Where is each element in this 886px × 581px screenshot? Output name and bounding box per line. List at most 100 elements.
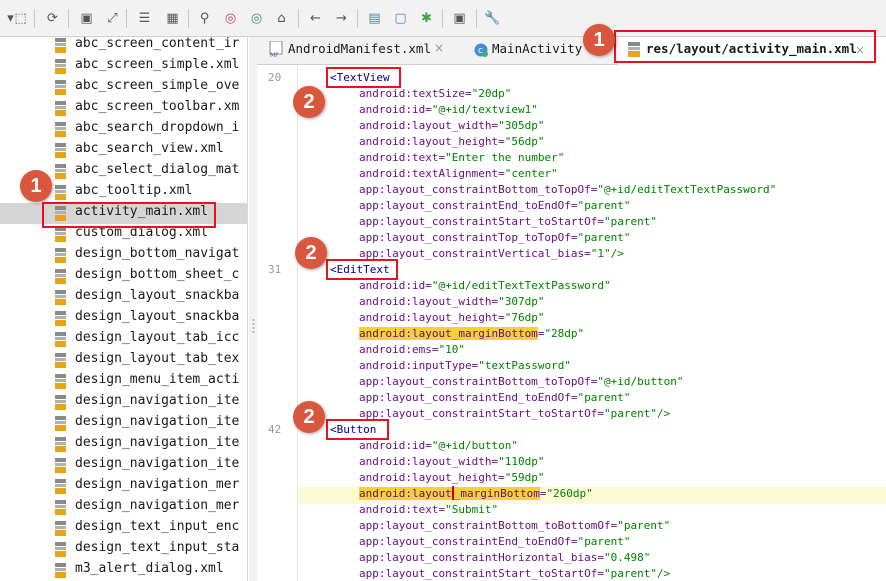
code-attribute-line: app:layout_constraintEnd_toEndOf="parent… <box>359 390 631 406</box>
tree-file-item[interactable]: design_layout_snackba <box>0 287 247 308</box>
xml-attribute-name: app:layout_constraintEnd_toEndOf <box>359 391 571 404</box>
project-tree: abc_screen_content_ir abc_screen_simple.x… <box>0 37 248 581</box>
tree-file-name: design_bottom_sheet_c <box>75 267 240 282</box>
tree-file-name: design_navigation_ite <box>75 414 240 429</box>
settings-wrench-icon[interactable]: 🔧 <box>484 10 501 27</box>
terminal-icon[interactable]: ▣ <box>451 10 468 27</box>
equals-sign: = <box>570 231 578 244</box>
annotation-box-edittext-tag <box>326 259 398 280</box>
splitter-grip-icon[interactable] <box>252 318 255 336</box>
tree-file-item[interactable]: design_text_input_sta <box>0 539 247 560</box>
code-attribute-line: app:layout_constraintStart_toStartOf="pa… <box>359 406 670 422</box>
tab-android-manifest[interactable]: MF AndroidManifest.xml × <box>257 37 447 65</box>
home-icon[interactable]: ⌂ <box>273 10 290 27</box>
tree-file-item[interactable]: abc_screen_simple.xml <box>0 56 247 77</box>
tree-file-item[interactable]: design_layout_tab_tex <box>0 350 247 371</box>
add-module-icon[interactable]: ⬚ <box>12 10 29 27</box>
tree-file-name: design_navigation_ite <box>75 393 240 408</box>
tree-file-item[interactable]: abc_search_view.xml <box>0 140 247 161</box>
xml-attribute-value: "307dp" <box>498 295 545 308</box>
tree-file-item[interactable]: design_bottom_navigat <box>0 245 247 266</box>
code-attribute-line: android:layout_marginBottom="28dp" <box>359 326 584 342</box>
code-attribute-line: android:id="@+id/textview1" <box>359 102 538 118</box>
equals-sign: = <box>570 199 578 212</box>
save-icon[interactable]: ▣ <box>78 10 95 27</box>
tree-file-item[interactable]: design_navigation_mer <box>0 476 247 497</box>
code-attribute-line: app:layout_constraintEnd_toEndOf="parent… <box>359 198 631 214</box>
debug-bug-icon[interactable]: ✱ <box>418 10 435 27</box>
manifest-icon: MF <box>269 41 283 58</box>
xml-attribute-value: "Enter the number" <box>445 151 565 164</box>
search-icon[interactable]: ⚲ <box>196 10 213 27</box>
tree-file-item[interactable]: design_navigation_ite <box>0 392 247 413</box>
xml-attribute-name: android:text <box>359 503 439 516</box>
tree-file-item[interactable]: design_menu_item_acti <box>0 371 247 392</box>
tree-file-item[interactable]: design_layout_snackba <box>0 308 247 329</box>
tree-file-item[interactable]: abc_search_dropdown_i <box>0 119 247 140</box>
layout-xml-icon <box>55 458 66 473</box>
layout-xml-icon <box>55 332 66 347</box>
tree-file-item[interactable]: design_navigation_ite <box>0 455 247 476</box>
class-c-icon: c <box>474 43 488 57</box>
tree-file-name: design_layout_snackba <box>75 288 240 303</box>
attr-name-part: android:layout _marginBottom <box>359 486 540 500</box>
equals-sign: = <box>425 103 432 116</box>
sync-icon[interactable]: ⟳ <box>44 10 61 27</box>
equals-sign: = <box>498 167 505 180</box>
layout-xml-icon <box>55 38 66 53</box>
xml-attribute-value: "@+id/editTextTextPassword" <box>431 279 611 292</box>
annotation-badge-2: 2 <box>293 401 325 433</box>
xml-attribute-value: "parent" <box>577 535 631 548</box>
annotation-box-button-tag <box>326 419 389 440</box>
xml-attribute-value: "28dp" <box>544 327 585 340</box>
back-icon[interactable]: ← <box>307 10 324 27</box>
code-attribute-line: app:layout_constraintStart_toStartOf="pa… <box>359 566 670 581</box>
toolbar-separator <box>357 9 358 28</box>
tree-file-item[interactable]: design_navigation_ite <box>0 413 247 434</box>
forward-icon[interactable]: → <box>333 10 350 27</box>
xml-attribute-value: "59dp" <box>504 471 545 484</box>
equals-sign: = <box>498 471 505 484</box>
layout-xml-icon <box>55 185 66 200</box>
layout-xml-icon <box>55 563 66 578</box>
avd-manager-icon[interactable]: ▤ <box>366 10 383 27</box>
tree-file-item[interactable]: design_layout_tab_icc <box>0 329 247 350</box>
layout-xml-icon <box>55 80 66 95</box>
tree-file-item[interactable]: design_text_input_enc <box>0 518 247 539</box>
xml-attribute-name: android:id <box>359 279 426 292</box>
tree-file-item[interactable]: design_navigation_mer <box>0 497 247 518</box>
tree-file-item[interactable]: m3_alert_dialog.xml <box>0 560 247 581</box>
device-frame-icon[interactable]: ▢ <box>392 10 409 27</box>
xml-attribute-value: "@+id/button" <box>597 375 684 388</box>
code-editor[interactable]: 20 31 42 <TextView android:textSize="20dp… <box>257 65 886 581</box>
tree-file-name: abc_select_dialog_mat <box>75 162 240 177</box>
tree-file-item[interactable]: design_bottom_sheet_c <box>0 266 247 287</box>
code-attribute-line: android:ems="10" <box>359 342 465 358</box>
equals-sign: = <box>425 439 432 452</box>
code-attribute-line: android:textAlignment="center" <box>359 166 558 182</box>
tree-file-item[interactable]: abc_screen_toolbar.xm <box>0 98 247 119</box>
find-usages-icon[interactable]: ◎ <box>222 10 239 27</box>
panel-splitter[interactable] <box>249 37 257 581</box>
tree-file-item[interactable]: abc_screen_content_ir <box>0 37 247 56</box>
xml-attribute-name: android:textAlignment <box>359 167 499 180</box>
tree-file-name: abc_search_dropdown_i <box>75 120 240 135</box>
navigate-icon[interactable]: ⤢ <box>104 10 121 27</box>
find-in-path-icon[interactable]: ◎ <box>248 10 265 27</box>
code-attribute-line: android:inputType="textPassword" <box>359 358 571 374</box>
tree-file-item[interactable]: abc_screen_simple_ove <box>0 77 247 98</box>
project-structure-icon[interactable]: ▦ <box>164 10 181 27</box>
xml-attribute-name: app:layout_constraintHorizontal_bias <box>359 551 598 564</box>
annotation-box-activity-main <box>42 202 216 228</box>
close-icon[interactable]: × <box>434 41 444 55</box>
tree-file-name: abc_tooltip.xml <box>75 183 193 198</box>
code-attribute-line: app:layout_constraintVertical_bias="1"/> <box>359 246 624 262</box>
structure-icon[interactable]: ☰ <box>136 10 153 27</box>
annotation-badge-2: 2 <box>293 86 325 118</box>
xml-attribute-value: "76dp" <box>504 311 545 324</box>
tree-file-item[interactable]: design_navigation_ite <box>0 434 247 455</box>
xml-attribute-name: app:layout_constraintBottom_toTopOf <box>359 183 591 196</box>
xml-attribute-name: android:layout_height <box>359 135 499 148</box>
code-attribute-line: android:text="Submit" <box>359 502 498 518</box>
equals-sign: = <box>570 391 578 404</box>
